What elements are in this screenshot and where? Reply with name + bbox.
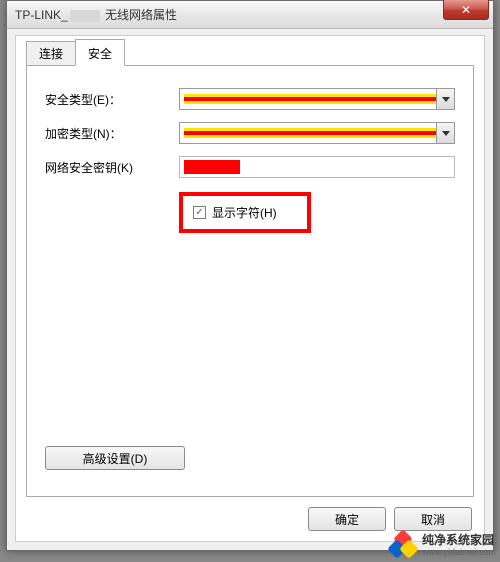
- watermark-logo-icon: [390, 532, 418, 560]
- close-button[interactable]: ✕: [443, 0, 489, 20]
- network-key-label: 网络安全密钥(K): [45, 159, 179, 176]
- show-characters-checkbox[interactable]: ✓: [193, 206, 206, 219]
- security-type-combo[interactable]: [179, 88, 455, 110]
- advanced-settings-button[interactable]: 高级设置(D): [45, 446, 185, 470]
- tab-panel-security: 安全类型(E)： 加密类型(N)： 网络安全密钥(K): [26, 65, 474, 497]
- dialog-window: TP-LINK_ 无线网络属性 ✕ 连接 安全 安全类型(E)： 加密类型(N)…: [6, 0, 494, 551]
- security-type-value-redacted: [184, 94, 436, 104]
- encryption-type-combo[interactable]: [179, 122, 455, 144]
- watermark-text: 纯净系统家园 www.yidaimei.com: [422, 534, 496, 557]
- ok-button[interactable]: 确定: [308, 507, 386, 531]
- show-characters-label: 显示字符(H): [212, 204, 277, 221]
- row-show-characters: ✓ 显示字符(H): [45, 190, 455, 233]
- chevron-down-icon[interactable]: [436, 123, 454, 143]
- encryption-type-label: 加密类型(N)：: [45, 125, 179, 142]
- dialog-footer: 确定 取消: [308, 507, 472, 531]
- ssid-redacted: [70, 10, 100, 22]
- row-encryption-type: 加密类型(N)：: [45, 122, 455, 144]
- row-network-key: 网络安全密钥(K): [45, 156, 455, 178]
- tab-security[interactable]: 安全: [75, 39, 125, 66]
- row-security-type: 安全类型(E)：: [45, 88, 455, 110]
- security-type-label: 安全类型(E)：: [45, 91, 179, 108]
- cancel-button[interactable]: 取消: [394, 507, 472, 531]
- title-bar[interactable]: TP-LINK_ 无线网络属性 ✕: [7, 1, 493, 29]
- close-icon: ✕: [461, 3, 471, 17]
- show-characters-highlight: ✓ 显示字符(H): [179, 192, 311, 233]
- chevron-down-icon[interactable]: [436, 89, 454, 109]
- encryption-type-value-redacted: [184, 128, 436, 138]
- network-key-value-redacted: [184, 160, 240, 174]
- dialog-body: 连接 安全 安全类型(E)： 加密类型(N)： 网络安全密钥(K): [15, 35, 485, 542]
- window-title: TP-LINK_ 无线网络属性: [15, 6, 177, 23]
- network-key-input[interactable]: [179, 156, 455, 178]
- tab-strip: 连接 安全: [26, 42, 124, 66]
- tab-connect[interactable]: 连接: [26, 41, 76, 66]
- watermark: 纯净系统家园 www.yidaimei.com: [390, 532, 496, 560]
